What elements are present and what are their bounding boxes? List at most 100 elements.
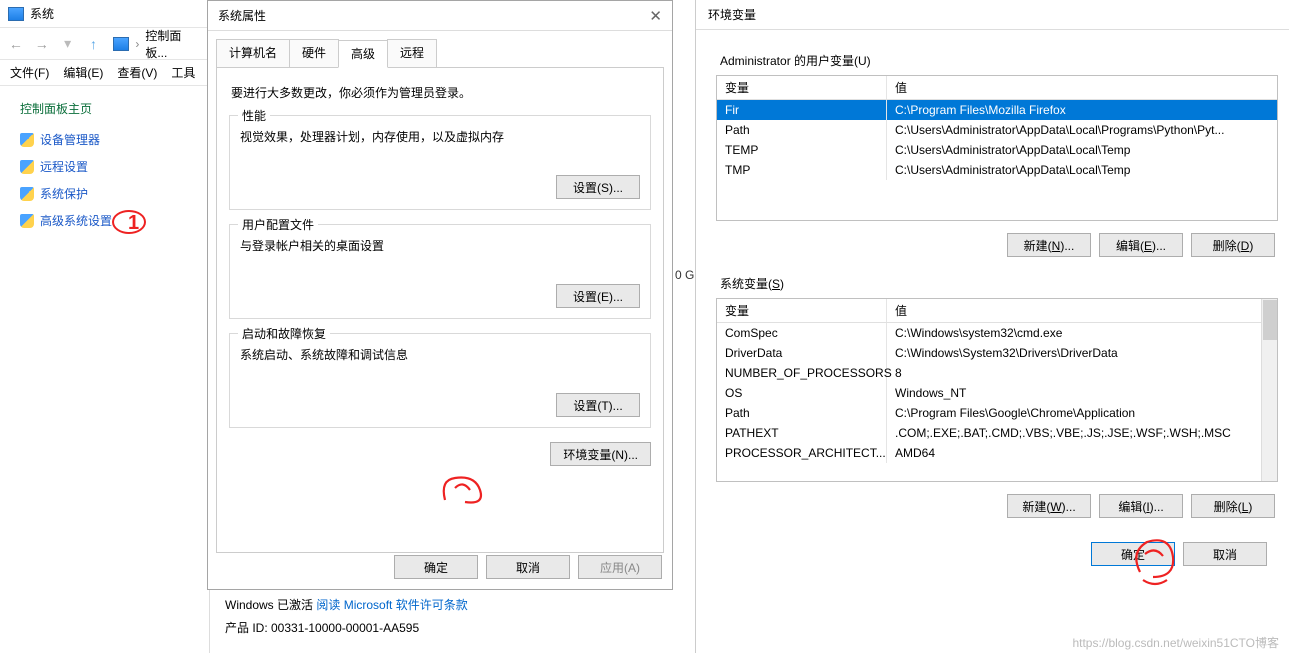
table-row[interactable]: PathC:\Users\Administrator\AppData\Local… <box>717 120 1277 140</box>
activation-text: Windows 已激活 <box>225 598 316 612</box>
sidebar: 控制面板主页 设备管理器 远程设置 系统保护 高级系统设置 <box>0 86 209 229</box>
env-title: 环境变量 <box>708 6 756 23</box>
profile-title: 用户配置文件 <box>238 216 318 233</box>
user-vars-body[interactable]: FirC:\Program Files\Mozilla FirefoxPathC… <box>717 100 1277 220</box>
sys-table-header: 变量 值 <box>717 299 1277 323</box>
explorer-title: 系统 <box>30 5 54 22</box>
scrollbar[interactable] <box>1261 299 1277 481</box>
breadcrumb[interactable]: 控制面板... <box>145 27 203 61</box>
sidebar-system-protection[interactable]: 系统保护 <box>20 185 201 202</box>
computer-icon <box>113 37 129 51</box>
shield-icon <box>20 160 34 174</box>
env-body: Administrator 的用户变量(U) 变量 值 FirC:\Progra… <box>696 30 1289 566</box>
annotation-scribble-3 <box>1125 532 1185 590</box>
props-dialog-buttons: 确定 取消 应用(A) <box>394 555 662 579</box>
profile-desc: 与登录帐户相关的桌面设置 <box>240 237 640 254</box>
user-delete-button[interactable]: 删除(D) <box>1191 233 1275 257</box>
apply-button[interactable]: 应用(A) <box>578 555 662 579</box>
performance-group: 性能 视觉效果，处理器计划，内存使用，以及虚拟内存 设置(S)... <box>229 115 651 210</box>
scroll-thumb[interactable] <box>1263 300 1277 340</box>
sys-new-button[interactable]: 新建(W)... <box>1007 494 1091 518</box>
table-row[interactable]: OSWindows_NT <box>717 383 1277 403</box>
performance-desc: 视觉效果，处理器计划，内存使用，以及虚拟内存 <box>240 128 640 145</box>
env-dialog-buttons: 确定 取消 <box>716 542 1277 566</box>
computer-icon <box>8 7 24 21</box>
table-row[interactable]: TMPC:\Users\Administrator\AppData\Local\… <box>717 160 1277 180</box>
sys-vars-label: 系统变量(S) <box>720 275 1277 292</box>
explorer-titlebar: 系统 <box>0 0 209 28</box>
menu-file[interactable]: 文件(F) <box>10 64 49 81</box>
user-new-button[interactable]: 新建(N)... <box>1007 233 1091 257</box>
sys-edit-button[interactable]: 编辑(I)... <box>1099 494 1183 518</box>
env-vars-dialog: 环境变量 Administrator 的用户变量(U) 变量 值 FirC:\P… <box>695 0 1289 653</box>
shield-icon <box>20 133 34 147</box>
sys-vars-body[interactable]: ComSpecC:\Windows\system32\cmd.exeDriver… <box>717 323 1277 481</box>
props-title: 系统属性 <box>218 7 266 24</box>
user-btn-row: 新建(N)... 编辑(E)... 删除(D) <box>716 233 1275 257</box>
dropdown-icon[interactable]: ▾ <box>58 34 78 54</box>
explorer-window: 系统 ← → ▾ ↑ › 控制面板... 文件(F) 编辑(E) 查看(V) 工… <box>0 0 210 653</box>
env-titlebar: 环境变量 <box>696 0 1289 30</box>
breadcrumb-sep: › <box>135 37 139 51</box>
tab-hardware[interactable]: 硬件 <box>289 39 339 67</box>
col-val[interactable]: 值 <box>887 299 1277 322</box>
tab-computer-name[interactable]: 计算机名 <box>216 39 290 67</box>
startup-title: 启动和故障恢复 <box>238 325 330 342</box>
activation-area: Windows 已激活 阅读 Microsoft 软件许可条款 产品 ID: 0… <box>225 596 665 636</box>
col-var[interactable]: 变量 <box>717 299 887 322</box>
user-table-header: 变量 值 <box>717 76 1277 100</box>
annotation-number-1: 1 <box>128 212 139 235</box>
license-terms-link[interactable]: 阅读 Microsoft 软件许可条款 <box>316 598 467 612</box>
table-row[interactable]: FirC:\Program Files\Mozilla Firefox <box>717 100 1277 120</box>
user-edit-button[interactable]: 编辑(E)... <box>1099 233 1183 257</box>
table-row[interactable]: NUMBER_OF_PROCESSORS8 <box>717 363 1277 383</box>
sidebar-device-manager[interactable]: 设备管理器 <box>20 131 201 148</box>
close-icon[interactable]: ✕ <box>649 7 662 25</box>
sys-vars-table: 变量 值 ComSpecC:\Windows\system32\cmd.exeD… <box>716 298 1278 482</box>
forward-arrow-icon[interactable]: → <box>32 34 52 54</box>
col-val[interactable]: 值 <box>887 76 1277 99</box>
product-id: 产品 ID: 00331-10000-00001-AA595 <box>225 619 665 636</box>
user-vars-label: Administrator 的用户变量(U) <box>720 52 1277 69</box>
col-var[interactable]: 变量 <box>717 76 887 99</box>
sidebar-remote-settings[interactable]: 远程设置 <box>20 158 201 175</box>
tab-remote[interactable]: 远程 <box>387 39 437 67</box>
table-row[interactable]: PATHEXT.COM;.EXE;.BAT;.CMD;.VBS;.VBE;.JS… <box>717 423 1277 443</box>
profile-settings-button[interactable]: 设置(E)... <box>556 284 640 308</box>
startup-settings-button[interactable]: 设置(T)... <box>556 393 640 417</box>
table-row[interactable]: ComSpecC:\Windows\system32\cmd.exe <box>717 323 1277 343</box>
profile-group: 用户配置文件 与登录帐户相关的桌面设置 设置(E)... <box>229 224 651 319</box>
table-row[interactable]: PROCESSOR_ARCHITECT...AMD64 <box>717 443 1277 463</box>
menu-view[interactable]: 查看(V) <box>117 64 157 81</box>
ok-button[interactable]: 确定 <box>394 555 478 579</box>
performance-settings-button[interactable]: 设置(S)... <box>556 175 640 199</box>
performance-title: 性能 <box>238 107 270 124</box>
table-row[interactable]: TEMPC:\Users\Administrator\AppData\Local… <box>717 140 1277 160</box>
shield-icon <box>20 187 34 201</box>
user-vars-table: 变量 值 FirC:\Program Files\Mozilla Firefox… <box>716 75 1278 221</box>
watermark: https://blog.csdn.net/weixin51CTO博客 <box>1072 634 1279 651</box>
admin-statement: 要进行大多数更改，你必须作为管理员登录。 <box>231 84 649 101</box>
menu-tools[interactable]: 工具 <box>171 64 195 81</box>
cancel-button[interactable]: 取消 <box>486 555 570 579</box>
table-row[interactable]: PathC:\Program Files\Google\Chrome\Appli… <box>717 403 1277 423</box>
sidebar-title: 控制面板主页 <box>20 100 201 117</box>
back-arrow-icon[interactable]: ← <box>6 34 26 54</box>
annotation-scribble-2 <box>435 470 495 510</box>
up-arrow-icon[interactable]: ↑ <box>84 34 104 54</box>
env-cancel-button[interactable]: 取消 <box>1183 542 1267 566</box>
props-tabs: 计算机名 硬件 高级 远程 <box>216 39 664 67</box>
background-disk-peek: 0 G <box>675 268 694 282</box>
sidebar-advanced-settings[interactable]: 高级系统设置 <box>20 212 201 229</box>
startup-group: 启动和故障恢复 系统启动、系统故障和调试信息 设置(T)... <box>229 333 651 428</box>
startup-desc: 系统启动、系统故障和调试信息 <box>240 346 640 363</box>
env-vars-button[interactable]: 环境变量(N)... <box>550 442 651 466</box>
menu-edit[interactable]: 编辑(E) <box>63 64 103 81</box>
sys-delete-button[interactable]: 删除(L) <box>1191 494 1275 518</box>
explorer-menu: 文件(F) 编辑(E) 查看(V) 工具 <box>0 60 209 86</box>
sys-btn-row: 新建(W)... 编辑(I)... 删除(L) <box>716 494 1275 518</box>
tab-advanced[interactable]: 高级 <box>338 40 388 68</box>
table-row[interactable]: DriverDataC:\Windows\System32\Drivers\Dr… <box>717 343 1277 363</box>
explorer-nav: ← → ▾ ↑ › 控制面板... <box>0 28 209 60</box>
shield-icon <box>20 214 34 228</box>
